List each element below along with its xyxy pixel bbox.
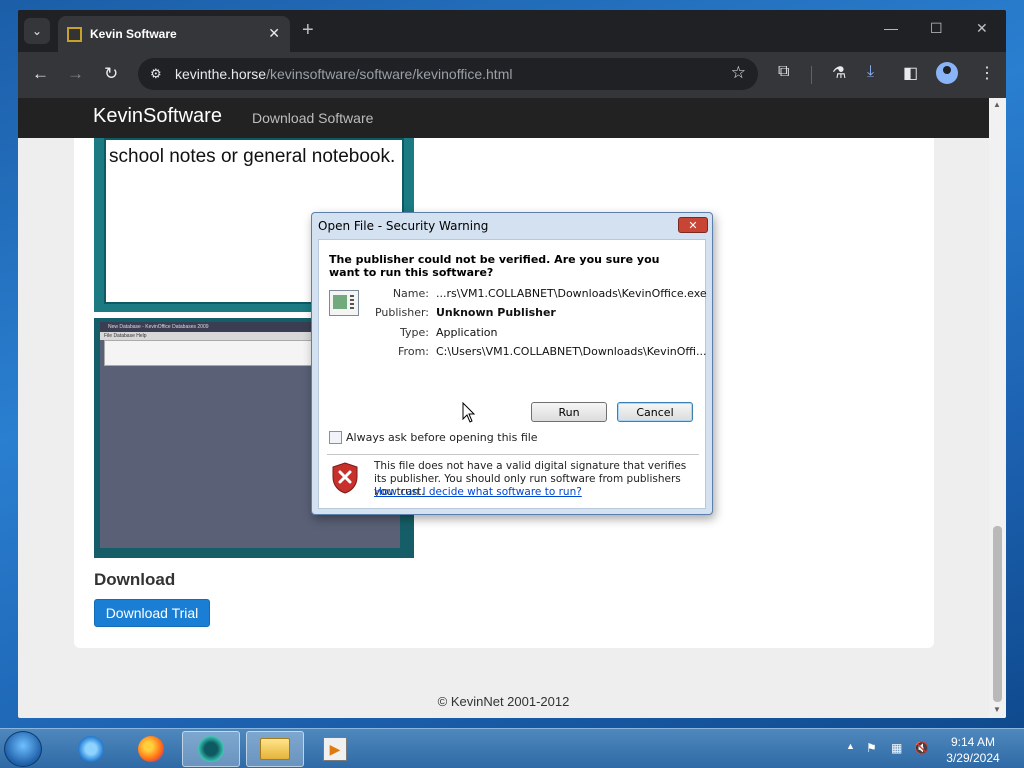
extensions-icon[interactable]: ⧉ xyxy=(778,63,789,81)
url-text: kevinthe.horse/kevinsoftware/software/ke… xyxy=(175,66,513,82)
clock-time: 9:14 AM xyxy=(950,735,996,749)
dialog-title: Open File - Security Warning xyxy=(318,219,489,233)
publisher-value: Unknown Publisher xyxy=(436,306,556,319)
media-player-icon: ▶ xyxy=(323,737,347,761)
mouse-pointer-icon xyxy=(462,402,476,423)
cancel-button[interactable]: Cancel xyxy=(617,402,693,422)
close-icon: ✕ xyxy=(688,218,698,232)
menu-kebab-icon[interactable]: ⋮ xyxy=(979,63,995,83)
site-footer: © KevinNet 2001-2012 xyxy=(437,694,570,709)
toolbar-divider xyxy=(811,66,812,84)
close-window-button[interactable]: ✕ xyxy=(976,20,988,37)
dialog-question: The publisher could not be verified. Are… xyxy=(329,253,660,279)
chrome-icon xyxy=(198,736,224,762)
page-scrollbar[interactable]: ▲ ▼ xyxy=(989,98,1006,718)
forward-arrow-icon[interactable]: → xyxy=(67,64,84,84)
address-bar[interactable]: ⚙ kevinthe.horse/kevinsoftware/software/… xyxy=(138,58,758,90)
volume-muted-icon[interactable]: 🔇 xyxy=(914,741,929,755)
taskbar-chrome[interactable] xyxy=(182,731,240,767)
nav-download-software[interactable]: Download Software xyxy=(252,110,373,126)
dialog-body: The publisher could not be verified. Are… xyxy=(318,239,707,509)
browser-toolbar: ← → ↻ ⚙ kevinthe.horse/kevinsoftware/sof… xyxy=(18,52,1006,98)
show-hidden-icons-icon[interactable]: ▲ xyxy=(846,741,855,751)
side-panel-icon[interactable]: ◧ xyxy=(903,63,918,83)
scroll-up-icon[interactable]: ▲ xyxy=(993,100,1001,109)
type-label: Type: xyxy=(400,326,429,339)
system-clock[interactable]: 9:14 AM 3/29/2024 xyxy=(930,734,1016,766)
reload-icon[interactable]: ↻ xyxy=(104,64,118,84)
start-button[interactable] xyxy=(4,731,42,767)
tab-list-button[interactable]: ⌄ xyxy=(24,18,50,44)
name-value: ...rs\VM1.COLLABNET\Downloads\KevinOffic… xyxy=(436,287,707,300)
maximize-button[interactable]: ☐ xyxy=(930,20,943,37)
clock-date: 3/29/2024 xyxy=(946,751,1000,765)
dialog-close-button[interactable]: ✕ xyxy=(678,217,708,233)
from-value: C:\Users\VM1.COLLABNET\Downloads\KevinOf… xyxy=(436,345,707,358)
labs-flask-icon[interactable]: ⚗ xyxy=(832,63,846,83)
network-icon[interactable]: ▦ xyxy=(891,741,902,755)
screenshot-caption: school notes or general notebook. xyxy=(109,146,396,167)
minimize-button[interactable]: — xyxy=(884,20,898,36)
publisher-label: Publisher: xyxy=(374,306,429,319)
taskbar-firefox[interactable] xyxy=(122,731,180,767)
windows-taskbar: ▶ ▲ ⚑ ▦ 🔇 9:14 AM 3/29/2024 xyxy=(0,728,1024,768)
screenshot-grid xyxy=(104,340,324,366)
internet-explorer-icon xyxy=(78,736,104,762)
run-button[interactable]: Run xyxy=(531,402,607,422)
type-value: Application xyxy=(436,326,498,339)
site-navbar: KevinSoftware Download Software xyxy=(18,98,989,138)
file-explorer-icon xyxy=(260,738,290,760)
always-ask-label[interactable]: Always ask before opening this file xyxy=(346,431,538,444)
tab-strip: ⌄ Kevin Software ✕ + — ☐ ✕ xyxy=(18,10,1006,52)
profile-avatar-icon[interactable] xyxy=(936,62,958,84)
download-heading: Download xyxy=(94,570,176,589)
from-label: From: xyxy=(398,345,429,358)
download-trial-button[interactable]: Download Trial xyxy=(94,599,210,627)
site-info-icon[interactable]: ⚙ xyxy=(150,66,162,82)
chevron-down-icon: ⌄ xyxy=(31,24,43,38)
taskbar-media-player[interactable]: ▶ xyxy=(306,731,364,767)
scroll-down-icon[interactable]: ▼ xyxy=(993,705,1001,714)
shield-warning-icon xyxy=(332,462,358,494)
download-icon[interactable]: ⤓ xyxy=(867,63,874,81)
tab-kevin-software[interactable]: Kevin Software ✕ xyxy=(58,16,290,52)
site-brand[interactable]: KevinSoftware xyxy=(93,105,222,128)
favicon-icon xyxy=(67,27,82,42)
new-tab-button[interactable]: + xyxy=(302,20,314,40)
taskbar-internet-explorer[interactable] xyxy=(62,731,120,767)
tab-title: Kevin Software xyxy=(90,27,177,41)
taskbar-file-explorer[interactable] xyxy=(246,731,304,767)
always-ask-checkbox[interactable] xyxy=(329,431,342,444)
back-arrow-icon[interactable]: ← xyxy=(32,64,49,84)
name-label: Name: xyxy=(392,287,429,300)
dialog-divider xyxy=(327,454,699,455)
tab-close-icon[interactable]: ✕ xyxy=(268,25,280,42)
scroll-thumb[interactable] xyxy=(993,526,1002,702)
action-center-flag-icon[interactable]: ⚑ xyxy=(866,741,877,755)
security-warning-dialog: Open File - Security Warning ✕ The publi… xyxy=(311,212,713,515)
bookmark-star-icon[interactable]: ☆ xyxy=(731,63,746,83)
firefox-icon xyxy=(138,736,164,762)
warning-help-link[interactable]: How can I decide what software to run? xyxy=(374,486,582,498)
